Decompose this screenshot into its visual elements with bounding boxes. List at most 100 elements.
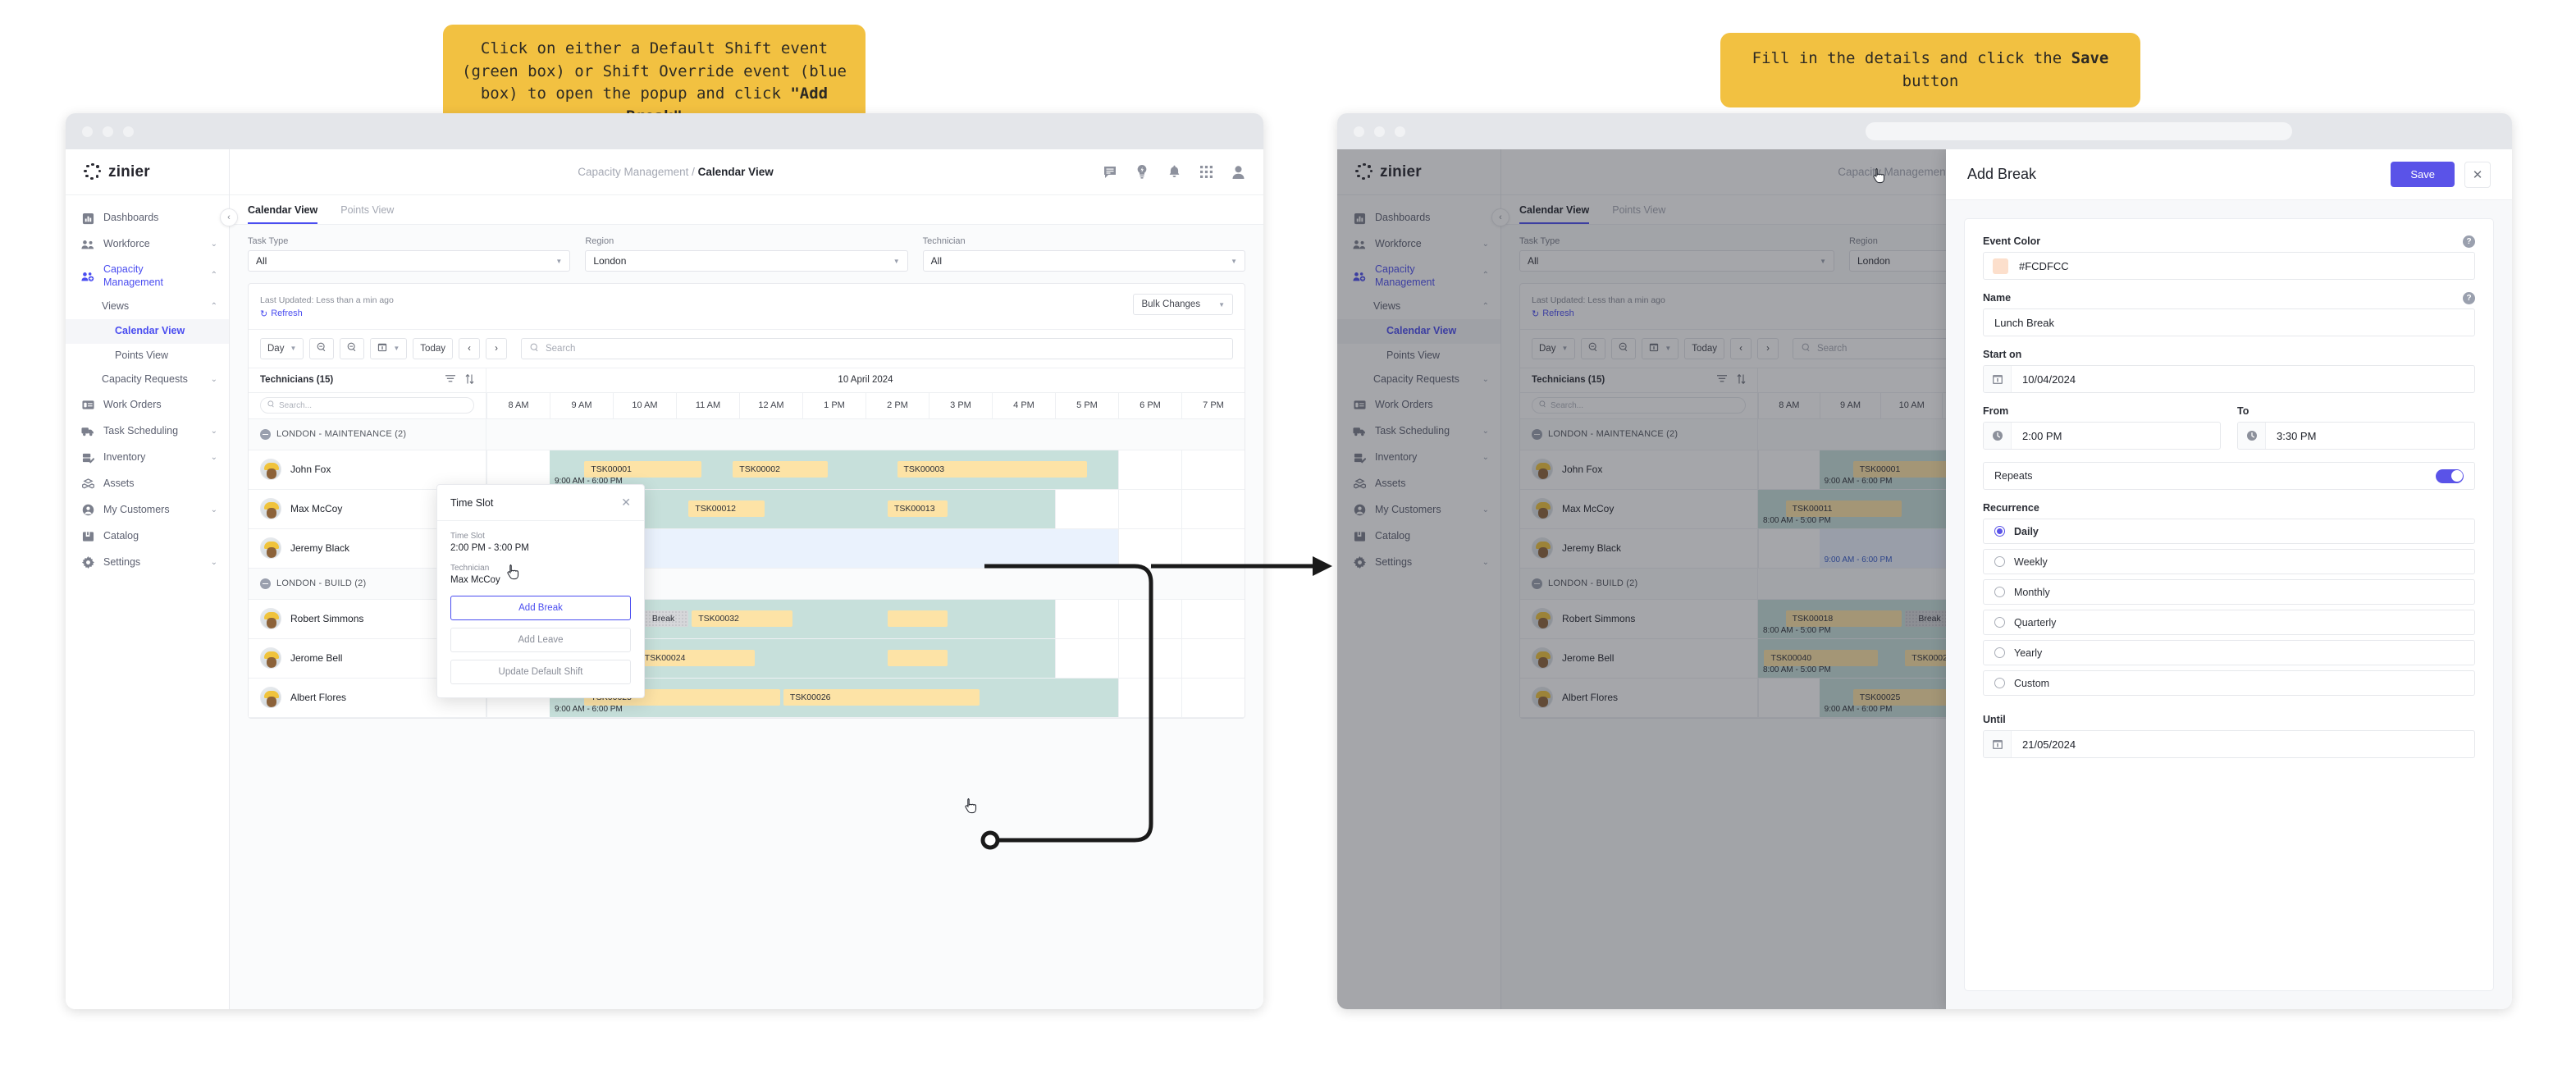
- timeline-slot[interactable]: [1055, 638, 1118, 678]
- recurrence-option[interactable]: Custom: [1983, 670, 2475, 696]
- sidebar-item-views[interactable]: Views ⌃: [66, 295, 229, 319]
- to-input[interactable]: 3:30 PM: [2237, 422, 2475, 450]
- tab-points-view[interactable]: Points View: [340, 195, 394, 224]
- timeline-slot[interactable]: [1181, 450, 1245, 489]
- recurrence-option[interactable]: Monthly: [1983, 579, 2475, 605]
- help-icon[interactable]: ?: [2463, 292, 2475, 304]
- task-block[interactable]: TSK00002: [733, 460, 828, 478]
- today-button[interactable]: Today: [413, 337, 453, 359]
- prev-button[interactable]: ‹: [458, 337, 480, 359]
- feedback-icon[interactable]: [1103, 165, 1117, 179]
- break-block[interactable]: Break: [637, 610, 689, 627]
- window-minimize-dot[interactable]: [103, 126, 113, 137]
- sidebar-item-calendar-view[interactable]: Calendar View: [66, 318, 229, 344]
- task-block[interactable]: [887, 610, 948, 627]
- color-swatch[interactable]: [1993, 258, 2008, 274]
- window-maximize-dot[interactable]: [123, 126, 134, 137]
- group-row[interactable]: LONDON - BUILD (2): [249, 568, 1245, 600]
- timeline-slot[interactable]: [1055, 489, 1118, 528]
- collapse-group-icon[interactable]: [260, 428, 271, 440]
- tab-calendar-view[interactable]: Calendar View: [248, 195, 318, 224]
- zoom-out-button[interactable]: [309, 337, 335, 359]
- sidebar-item-my-customers[interactable]: My Customers ⌄: [66, 497, 229, 523]
- technician-row[interactable]: Albert Flores9:00 AM - 6:00 PMTSK00025TS…: [249, 678, 1245, 718]
- technician-row[interactable]: Max McCoy8:00 AM - 5:00 PMTSK00011TSK000…: [249, 489, 1245, 529]
- technician-search-input[interactable]: Search...: [260, 397, 474, 414]
- sidebar-item-capacity-management[interactable]: Capacity Management ⌃: [66, 258, 229, 295]
- sidebar-item-catalog[interactable]: Catalog: [66, 523, 229, 550]
- technician-row[interactable]: Robert Simmons8:00 AM - 5:00 PMTSK00018B…: [249, 599, 1245, 639]
- timeline-slot[interactable]: [1181, 638, 1245, 678]
- date-picker-button[interactable]: ▼: [370, 337, 408, 359]
- add-leave-button[interactable]: Add Leave: [450, 628, 631, 652]
- timeline-slot[interactable]: [1118, 489, 1181, 528]
- sidebar-item-dashboards[interactable]: Dashboards: [66, 205, 229, 231]
- view-mode-dropdown[interactable]: Day ▼: [260, 337, 304, 359]
- close-icon[interactable]: ✕: [621, 496, 631, 510]
- help-icon[interactable]: ?: [2463, 235, 2475, 248]
- start-on-input[interactable]: 10/04/2024: [1983, 365, 2475, 393]
- recurrence-option[interactable]: Daily: [1983, 519, 2475, 544]
- sort-icon[interactable]: [465, 374, 474, 386]
- timeline-slot[interactable]: [486, 450, 550, 489]
- task-block[interactable]: TSK00001: [584, 460, 701, 478]
- task-block[interactable]: TSK00032: [692, 610, 793, 627]
- radio-icon[interactable]: [1994, 647, 2005, 658]
- user-avatar-icon[interactable]: [1231, 165, 1245, 179]
- timeline-slot[interactable]: [1118, 678, 1181, 717]
- add-break-button[interactable]: Add Break: [450, 596, 631, 620]
- breadcrumb-parent[interactable]: Capacity Management: [578, 166, 688, 178]
- save-button[interactable]: Save: [2391, 162, 2455, 187]
- timeline-slot[interactable]: [1181, 678, 1245, 717]
- technician-select[interactable]: All ▼: [922, 250, 1245, 272]
- task-block[interactable]: TSK00003: [897, 460, 1087, 478]
- from-input[interactable]: 2:00 PM: [1983, 422, 2221, 450]
- event-color-input[interactable]: #FCDFCC: [1983, 252, 2475, 280]
- zoom-in-button[interactable]: [340, 337, 365, 359]
- search-input[interactable]: Search: [520, 337, 1233, 359]
- idea-icon[interactable]: [1135, 165, 1149, 179]
- sidebar-item-workforce[interactable]: Workforce ⌄: [66, 231, 229, 258]
- next-button[interactable]: ›: [485, 337, 507, 359]
- technician-row[interactable]: John Fox9:00 AM - 6:00 PMTSK00001TSK0000…: [249, 450, 1245, 490]
- sidebar-item-assets[interactable]: Assets: [66, 471, 229, 497]
- timeline-slot[interactable]: [1118, 599, 1181, 638]
- window-close-dot[interactable]: [82, 126, 93, 137]
- task-block[interactable]: [887, 649, 948, 666]
- name-input[interactable]: Lunch Break: [1983, 308, 2475, 336]
- timeline-slot[interactable]: [1118, 528, 1181, 568]
- apps-grid-icon[interactable]: [1199, 165, 1213, 179]
- sidebar-item-capacity-requests[interactable]: Capacity Requests ⌄: [66, 368, 229, 392]
- sidebar-item-points-view[interactable]: Points View: [66, 344, 229, 368]
- radio-icon[interactable]: [1994, 556, 2005, 567]
- timeline-slot[interactable]: [1118, 450, 1181, 489]
- recurrence-option[interactable]: Yearly: [1983, 640, 2475, 665]
- radio-icon[interactable]: [1994, 678, 2005, 688]
- group-row[interactable]: LONDON - MAINTENANCE (2): [249, 418, 1245, 450]
- timeline-slot[interactable]: [1181, 528, 1245, 568]
- task-type-select[interactable]: All ▼: [248, 250, 571, 272]
- timeline-slot[interactable]: [1055, 599, 1118, 638]
- sidebar-collapse-button[interactable]: ‹: [220, 208, 238, 226]
- region-select[interactable]: London ▼: [585, 250, 908, 272]
- radio-icon[interactable]: [1994, 526, 2005, 537]
- radio-icon[interactable]: [1994, 617, 2005, 628]
- repeats-row[interactable]: Repeats: [1983, 462, 2475, 490]
- recurrence-option[interactable]: Weekly: [1983, 549, 2475, 574]
- bulk-changes-dropdown[interactable]: Bulk Changes ▼: [1133, 294, 1233, 315]
- technician-row[interactable]: Jeremy Black9:00 AM - 6:00 PM: [249, 528, 1245, 569]
- technician-row[interactable]: Jerome Bell8:00 AM - 5:00 PMTSK00040TSK0…: [249, 638, 1245, 679]
- refresh-button[interactable]: ↻ Refresh: [260, 308, 394, 319]
- until-input[interactable]: 21/05/2024: [1983, 730, 2475, 758]
- sidebar-item-settings[interactable]: Settings ⌄: [66, 550, 229, 576]
- address-bar[interactable]: [1866, 122, 2293, 140]
- sidebar-item-task-scheduling[interactable]: Task Scheduling ⌄: [66, 418, 229, 445]
- technician-timeline[interactable]: 9:00 AM - 6:00 PMTSK00001TSK00002TSK0000…: [486, 450, 1245, 489]
- window-maximize-dot[interactable]: [1395, 126, 1405, 137]
- task-block[interactable]: TSK00013: [887, 500, 948, 517]
- sidebar-item-inventory[interactable]: Inventory ⌄: [66, 445, 229, 471]
- timeline-slot[interactable]: [1181, 599, 1245, 638]
- collapse-group-icon[interactable]: [260, 578, 271, 589]
- repeats-toggle[interactable]: [2436, 468, 2464, 483]
- timeline-slot[interactable]: [1181, 489, 1245, 528]
